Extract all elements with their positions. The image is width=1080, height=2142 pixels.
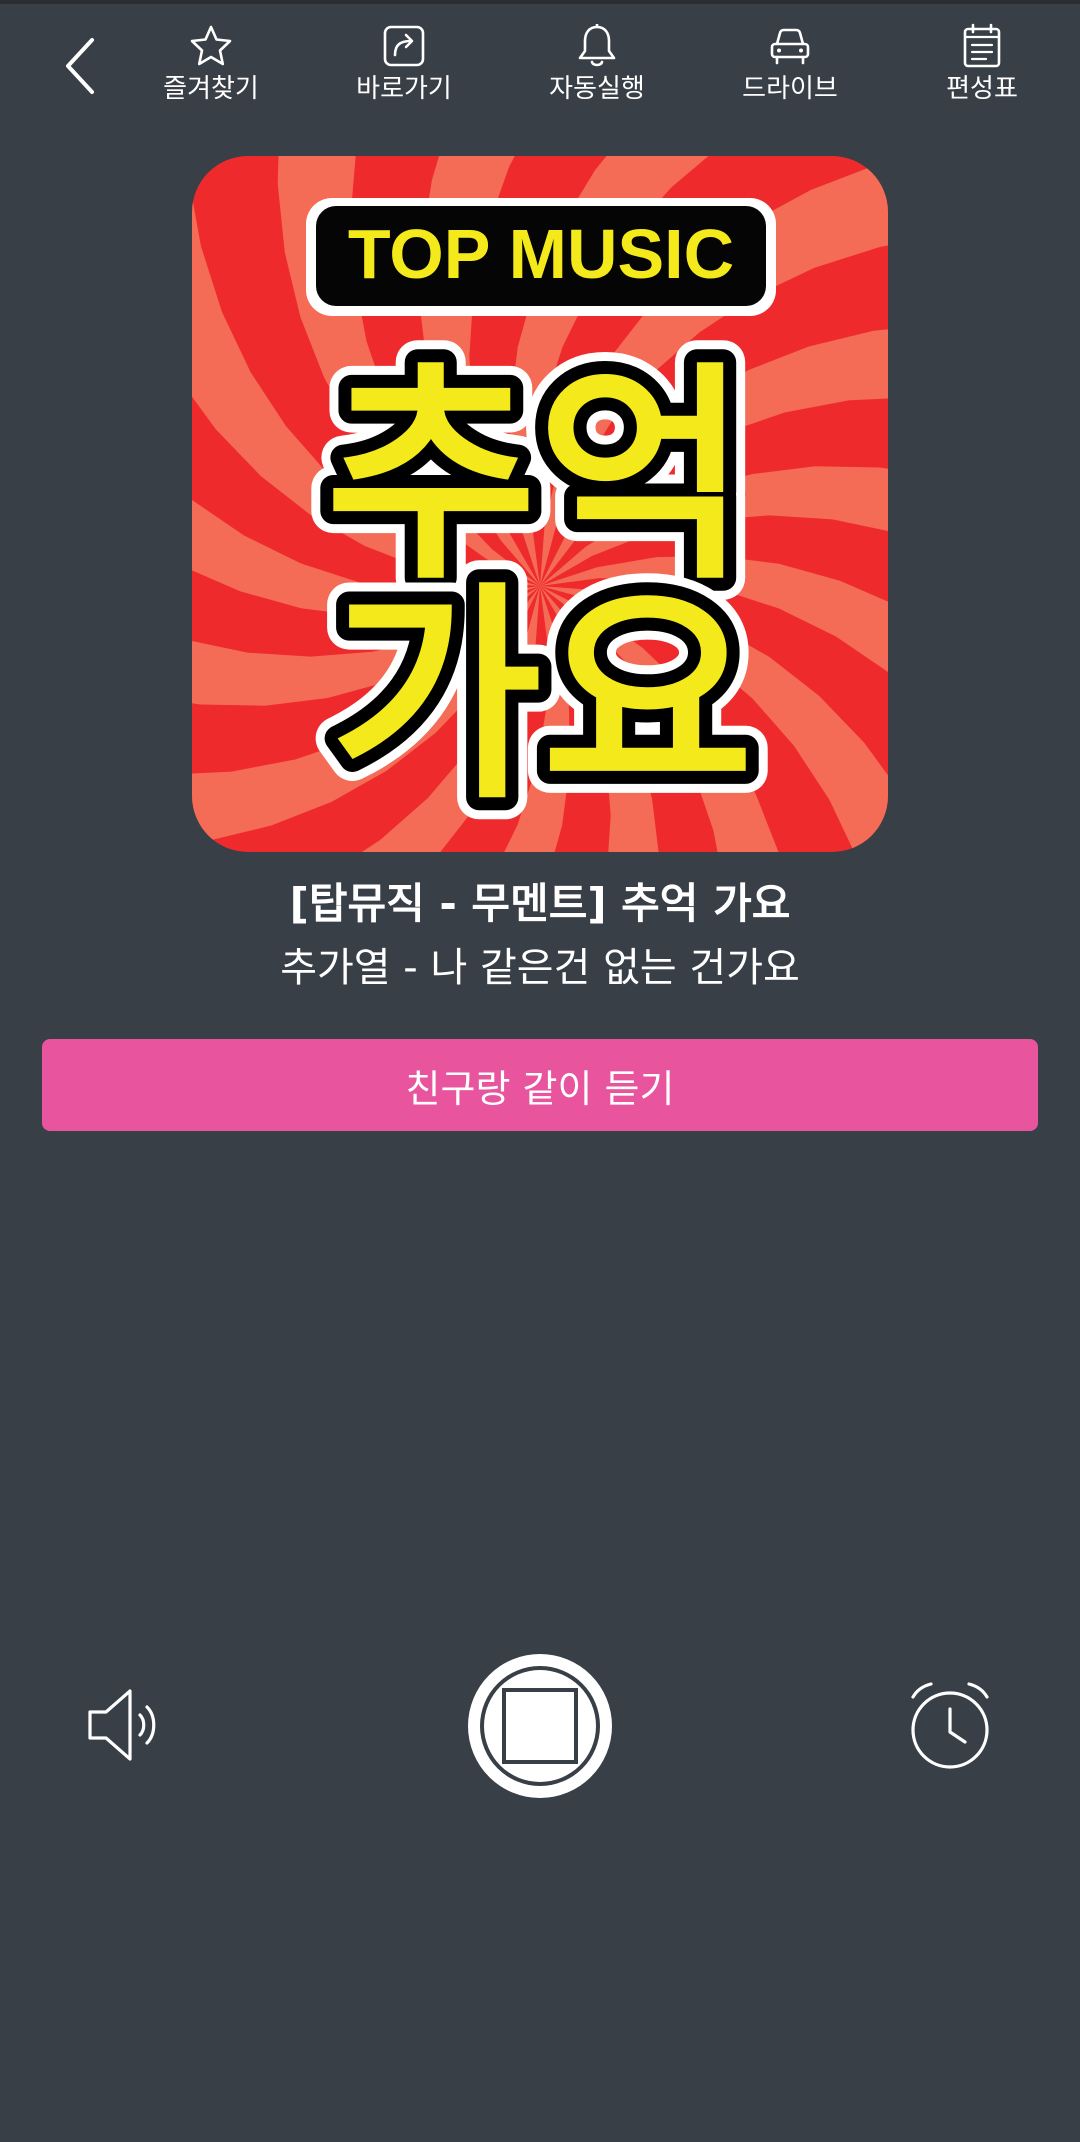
shortcut-button[interactable]: 바로가기 (329, 22, 479, 122)
listen-together-button[interactable]: 친구랑 같이 듣기 (42, 1039, 1038, 1131)
speaker-icon (88, 1689, 156, 1761)
shortcut-label: 바로가기 (356, 74, 452, 104)
schedule-button[interactable]: 편성표 (907, 22, 1057, 122)
favorite-label: 즐겨찾기 (163, 74, 259, 104)
share-arrow-icon (380, 22, 428, 70)
bell-icon (573, 22, 621, 70)
auto-run-button[interactable]: 자동실행 (522, 22, 672, 122)
stop-icon (468, 1654, 612, 1798)
auto-run-label: 자동실행 (549, 74, 645, 104)
album-badge-text: TOP MUSIC (348, 215, 734, 293)
star-icon (187, 22, 235, 70)
sleep-timer-button[interactable] (900, 1675, 1000, 1775)
car-icon (766, 22, 814, 70)
favorite-button[interactable]: 즐겨찾기 (136, 22, 286, 122)
alarm-clock-icon (911, 1682, 989, 1769)
listen-together-label: 친구랑 같이 듣기 (405, 1066, 675, 1111)
drive-button[interactable]: 드라이브 (715, 22, 865, 122)
album-line2: 가요 (330, 564, 753, 831)
album-art: TOP MUSIC 추억 추억 추억 가요 가요 가요 (192, 156, 888, 852)
drive-label: 드라이브 (742, 74, 838, 104)
schedule-label: 편성표 (946, 74, 1018, 104)
top-toolbar: 즐겨찾기 바로가기 자동실행 드라이브 편성표 (0, 22, 1080, 122)
program-title: [탑뮤직 - 무멘트] 추억 가요 (289, 879, 791, 928)
volume-button[interactable] (78, 1680, 178, 1770)
calendar-list-icon (958, 22, 1006, 70)
top-edge-line (0, 0, 1080, 4)
song-title: 추가열 - 나 같은건 없는 건가요 (280, 945, 800, 991)
stop-button[interactable] (460, 1646, 620, 1806)
